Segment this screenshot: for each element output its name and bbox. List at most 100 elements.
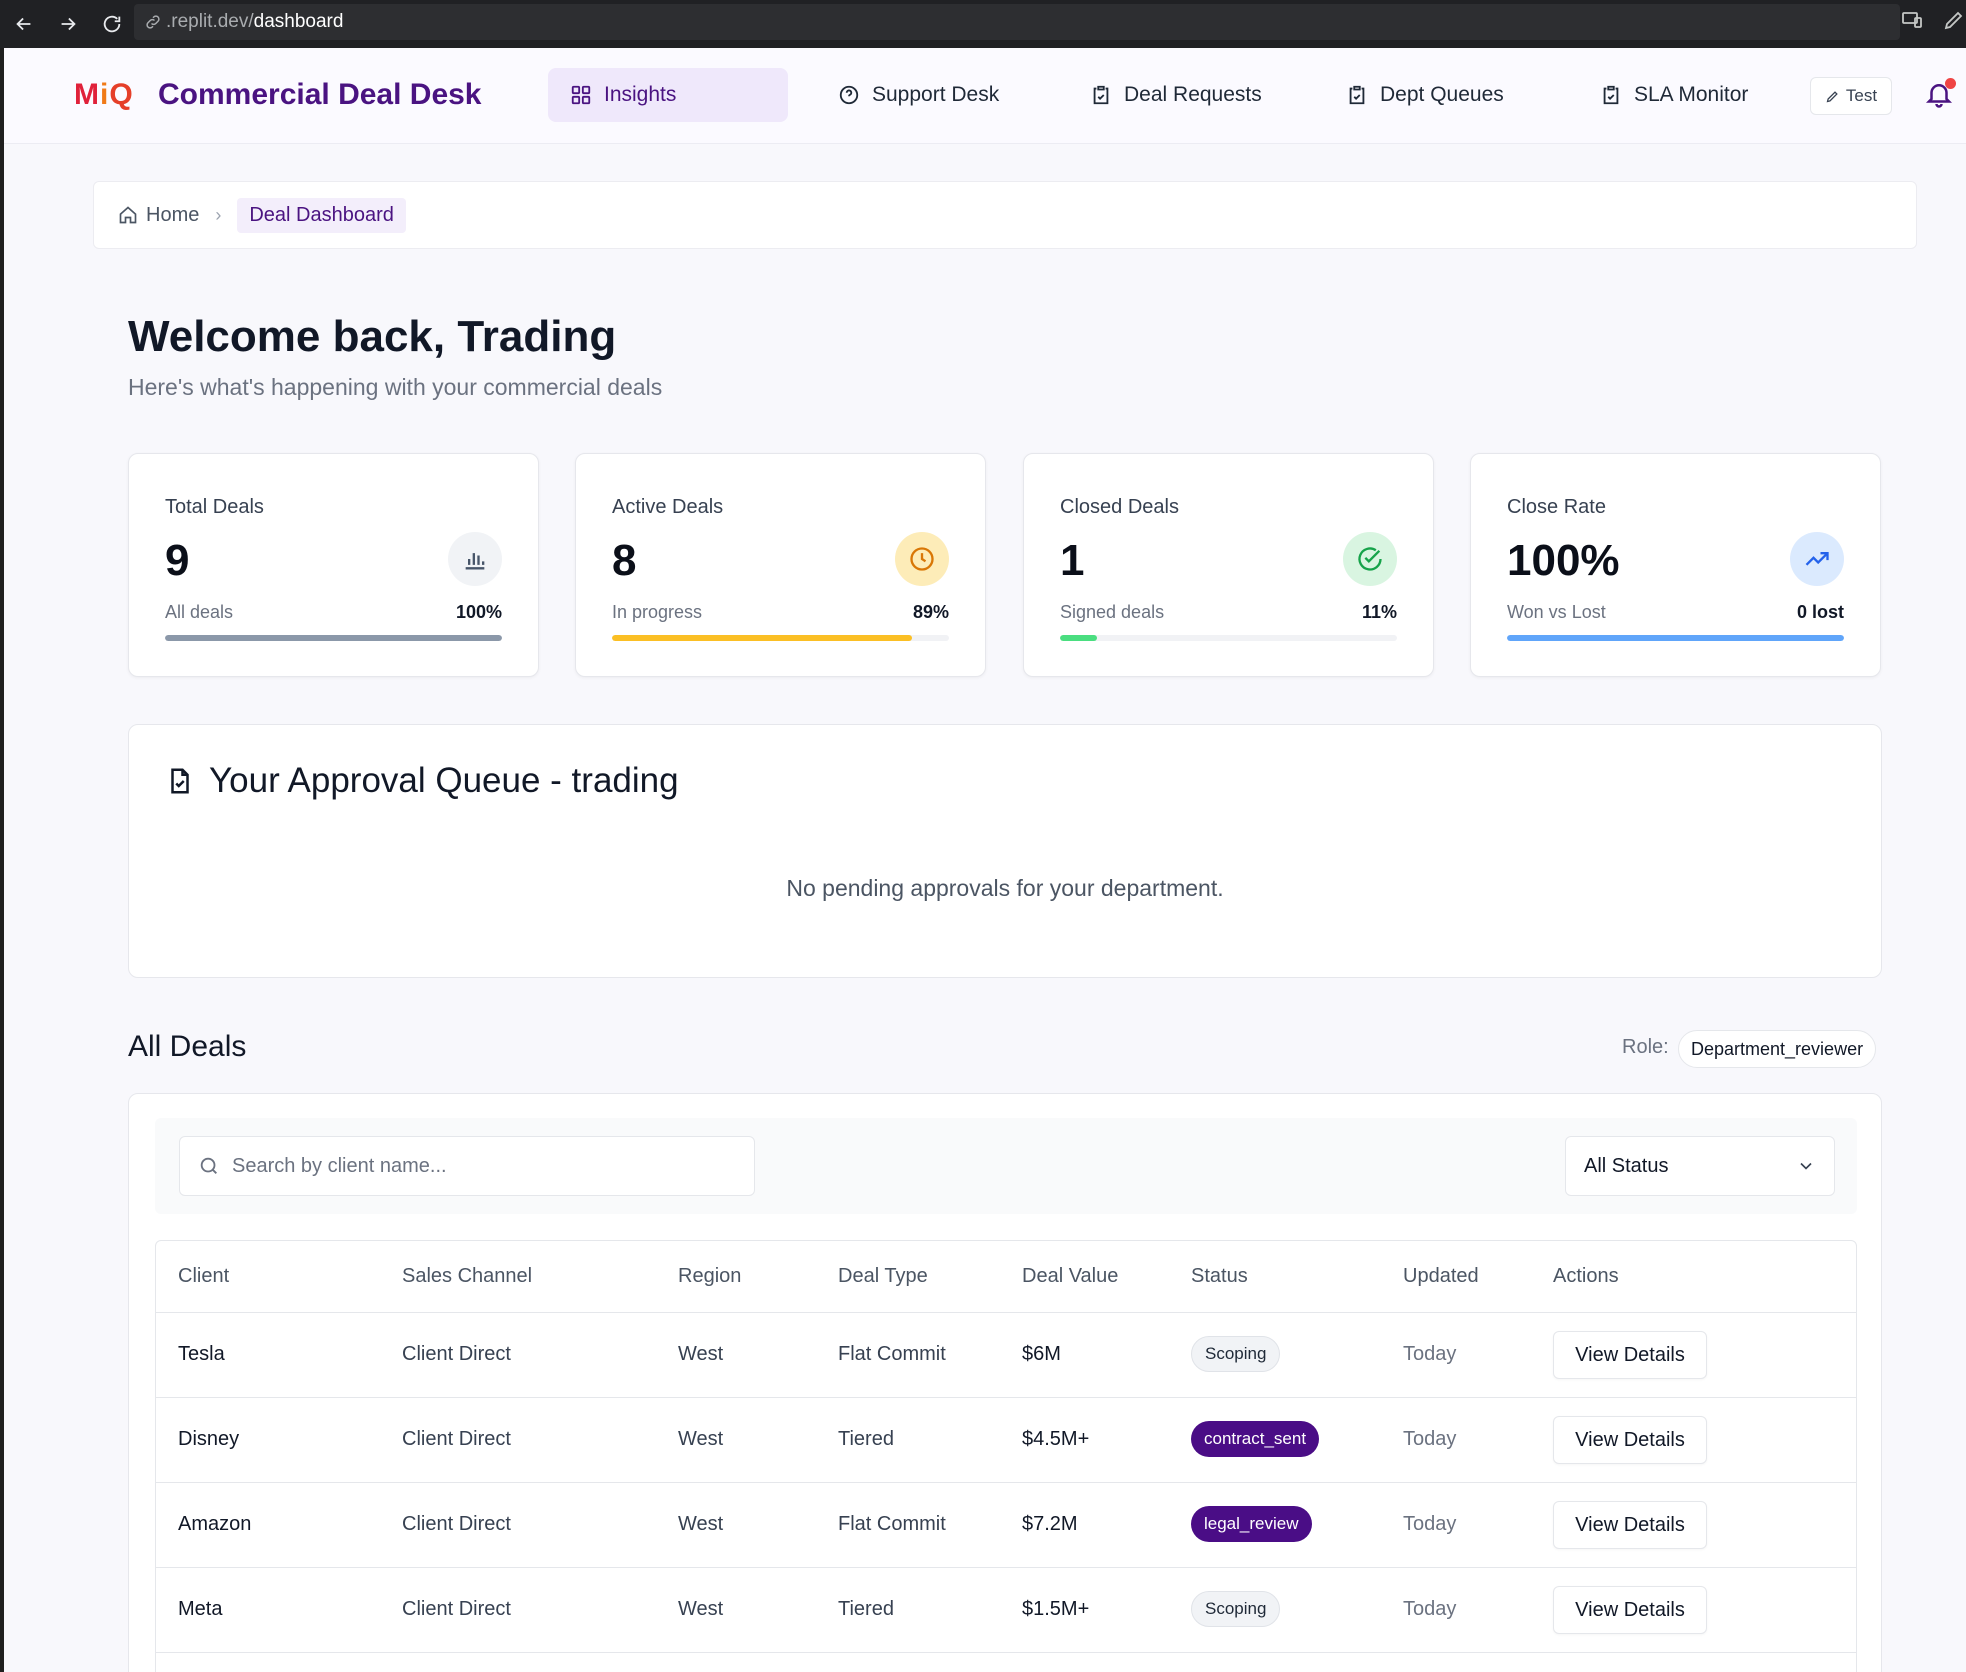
cell-deal-type: Flat Commit [838, 1513, 946, 1535]
forward-button[interactable] [48, 4, 88, 44]
nav-deal-requests-label: Deal Requests [1124, 83, 1262, 106]
stat-progress-bar [1507, 635, 1844, 641]
stat-label: Closed Deals [1060, 496, 1179, 518]
cell-updated: Today [1403, 1343, 1457, 1365]
devices-icon[interactable] [1900, 8, 1924, 32]
stat-percentage: 0 lost [1796, 602, 1844, 622]
stat-progress-bar [1060, 635, 1397, 641]
arrow-right-icon [61, 17, 76, 31]
page-title: Welcome back, Trading [128, 312, 617, 361]
view-details-button[interactable]: View Details [1553, 1416, 1707, 1464]
search-icon [200, 1157, 217, 1174]
stat-value: 100% [1507, 536, 1620, 585]
cell-region: West [678, 1343, 724, 1365]
cell-deal-value: $6M [1022, 1343, 1061, 1365]
view-details-button[interactable]: View Details [1553, 1331, 1707, 1379]
stat-label: Active Deals [612, 496, 724, 518]
miq-logo[interactable]: MiQ [74, 78, 134, 112]
arrow-left-icon [16, 17, 31, 31]
stat-progress-fill [1060, 635, 1098, 641]
approval-queue-title-text: Your Approval Queue - trading [209, 761, 679, 800]
nav-sla-monitor-label: SLA Monitor [1634, 83, 1749, 106]
column-header-actions: Actions [1553, 1265, 1619, 1287]
cell-deal-value: $7.2M [1022, 1513, 1078, 1535]
stat-subtitle: Won vs Lost [1507, 602, 1606, 622]
column-header-deal-value[interactable]: Deal Value [1022, 1265, 1118, 1288]
cell-region: West [678, 1598, 724, 1620]
status-filter-select[interactable]: All Status [1565, 1136, 1835, 1196]
status-badge: legal_review [1191, 1506, 1312, 1542]
test-button[interactable]: Test [1810, 77, 1892, 115]
app-title[interactable]: Commercial Deal Desk [158, 78, 482, 112]
nav-support-desk-label: Support Desk [872, 83, 1000, 106]
stat-card-closed-deals: Closed Deals 1 Signed deals 11% [1023, 453, 1434, 677]
cell-sales-channel: Client Direct [402, 1598, 511, 1620]
deals-table: Client Sales Channel Region Deal Type De… [155, 1240, 1857, 1672]
stat-progress-fill [612, 635, 912, 641]
cell-client: Meta [178, 1598, 223, 1620]
back-button[interactable] [4, 4, 44, 44]
stat-percentage: 89% [912, 602, 949, 622]
address-bar[interactable]: .replit.dev/dashboard [134, 4, 1900, 40]
status-badge: contract_sent [1191, 1421, 1320, 1457]
view-details-button[interactable]: View Details [1553, 1501, 1707, 1549]
all-deals-title: All Deals [128, 1030, 247, 1063]
notifications-button[interactable] [1924, 78, 1956, 114]
table-row: Amazon Client Direct West Flat Commit $7… [156, 1483, 1856, 1568]
breadcrumb-current: Deal Dashboard [237, 197, 406, 233]
column-header-region[interactable]: Region [678, 1265, 741, 1288]
top-navigation: MiQ Commercial Deal Desk Insights Suppor… [4, 48, 1966, 144]
column-header-sales-channel[interactable]: Sales Channel [402, 1265, 532, 1288]
approval-queue-title: Your Approval Queue - trading [165, 761, 679, 801]
breadcrumb-home-label: Home [146, 203, 200, 226]
column-header-status[interactable]: Status [1191, 1265, 1248, 1288]
column-header-client[interactable]: Client [178, 1265, 229, 1288]
grid-icon [571, 85, 591, 105]
nav-dept-queues-label: Dept Queues [1380, 83, 1504, 106]
edit-pen-icon[interactable] [1942, 8, 1966, 32]
breadcrumb: Home › Deal Dashboard [93, 181, 1917, 249]
cell-updated: Today [1403, 1598, 1457, 1620]
nav-dept-queues[interactable]: Dept Queues [1324, 68, 1526, 122]
column-header-deal-type[interactable]: Deal Type [838, 1265, 928, 1288]
clock-icon [895, 532, 949, 586]
view-details-button[interactable]: View Details [1553, 1586, 1707, 1634]
status-badge: Scoping [1191, 1336, 1281, 1372]
stat-progress-bar [612, 635, 949, 641]
stat-progress-fill [1507, 635, 1844, 641]
home-icon [119, 206, 137, 224]
stat-value: 8 [612, 536, 637, 585]
stat-value: 9 [165, 536, 190, 585]
nav-sla-monitor[interactable]: SLA Monitor [1578, 68, 1770, 122]
nav-deal-requests[interactable]: Deal Requests [1068, 68, 1284, 122]
cell-updated: Today [1403, 1513, 1457, 1535]
search-input[interactable] [232, 1154, 732, 1178]
approval-empty-message: No pending approvals for your department… [786, 875, 1224, 901]
clipboard-icon [1603, 85, 1619, 105]
stat-value: 1 [1060, 536, 1085, 585]
cell-deal-value: $1.5M+ [1022, 1598, 1090, 1620]
bar-chart-icon [448, 532, 502, 586]
column-header-updated[interactable]: Updated [1403, 1265, 1479, 1288]
nav-insights[interactable]: Insights [548, 68, 788, 122]
chevron-right-icon: › [215, 204, 222, 225]
search-field[interactable] [179, 1136, 755, 1196]
stat-percentage: 11% [1361, 602, 1397, 622]
stat-percentage: 100% [455, 602, 502, 622]
reload-button[interactable] [92, 4, 132, 44]
cell-sales-channel: Client Direct [402, 1343, 511, 1365]
clipboard-icon [1093, 85, 1109, 105]
cell-sales-channel: Client Direct [402, 1513, 511, 1535]
cell-deal-type: Tiered [838, 1428, 894, 1450]
nav-support-desk[interactable]: Support Desk [816, 68, 1021, 122]
stat-progress-fill [165, 635, 502, 641]
stat-subtitle: Signed deals [1060, 602, 1165, 622]
breadcrumb-home[interactable]: Home [118, 204, 199, 227]
approval-queue-card: Your Approval Queue - trading No pending… [128, 724, 1882, 978]
pencil-icon [1826, 90, 1838, 102]
check-circle-icon [1343, 532, 1397, 586]
status-badge: Scoping [1191, 1591, 1281, 1627]
help-circle-icon [839, 85, 859, 105]
reload-icon [103, 15, 121, 33]
cell-deal-type: Tiered [838, 1598, 894, 1620]
